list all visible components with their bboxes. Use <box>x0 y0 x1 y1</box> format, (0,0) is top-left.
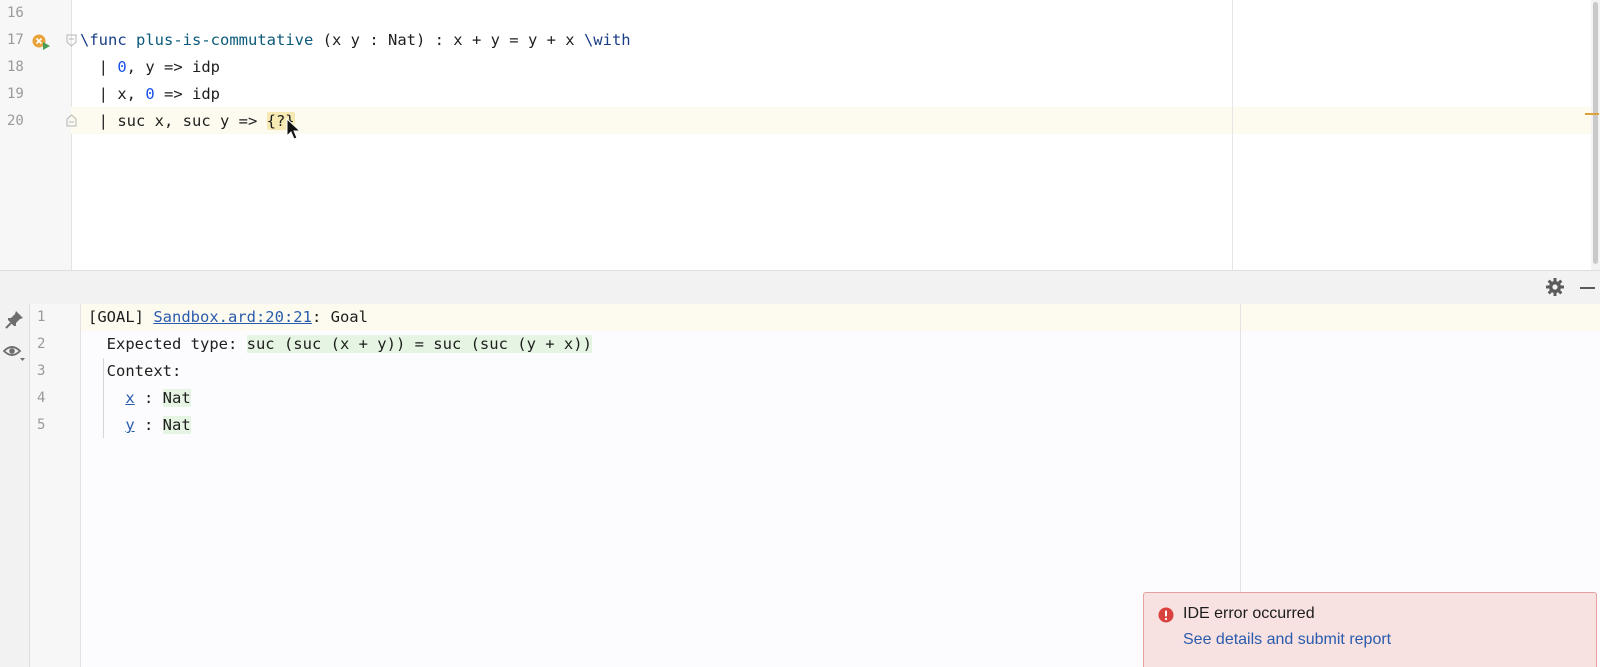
line-number: 4 <box>37 390 46 406</box>
code-text: | 0, y => idp <box>80 58 220 76</box>
line-number: 17 <box>7 32 24 48</box>
mouse-pointer-icon <box>286 118 302 140</box>
minimize-icon[interactable] <box>1580 287 1595 289</box>
goal-line-2[interactable]: 2 Expected type: suc (suc (x + y)) = suc… <box>30 331 1600 358</box>
number-literal: 0 <box>145 85 155 103</box>
scrollbar-thumb[interactable] <box>1593 2 1598 264</box>
line-number: 16 <box>7 5 24 21</box>
context-binding: x : Nat <box>125 389 191 407</box>
eye-icon[interactable] <box>3 342 26 363</box>
editor-line-17[interactable]: 17 \func plus-is-commutative (x y : Nat)… <box>0 27 1591 54</box>
expected-type: Expected type: suc (suc (x + y)) = suc (… <box>88 335 592 353</box>
code-text: | x, 0 => idp <box>80 85 220 103</box>
code-text: | suc x, suc y => {?} <box>80 112 295 130</box>
line-number: 3 <box>37 363 46 379</box>
run-with-error-icon[interactable] <box>31 33 51 51</box>
goal-line-1[interactable]: 1 [GOAL] Sandbox.ard:20:21: Goal <box>30 304 1600 331</box>
expected-type-expression: suc (suc (x + y)) = suc (suc (y + x)) <box>246 335 592 353</box>
context-variable-type: Nat <box>162 416 191 434</box>
editor-line-16[interactable]: 16 <box>0 0 1591 27</box>
submit-report-link[interactable]: See details and submit report <box>1183 631 1391 649</box>
goal-line-4[interactable]: 4 x : Nat <box>30 385 1600 412</box>
goal-line-5[interactable]: 5 y : Nat <box>30 412 1600 439</box>
notification-title: IDE error occurred <box>1183 605 1315 622</box>
keyword-with: \with <box>583 31 631 49</box>
context-label: Context: <box>88 362 182 380</box>
fold-end-icon[interactable] <box>66 114 77 127</box>
goal-line-3[interactable]: 3 Context: <box>30 358 1600 385</box>
keyword-func: \func <box>80 31 127 49</box>
pin-icon[interactable] <box>4 309 25 330</box>
function-name[interactable]: plus-is-commutative <box>136 31 313 49</box>
editor-line-18[interactable]: 18 | 0, y => idp <box>0 54 1591 81</box>
source-location-link[interactable]: Sandbox.ard:20:21 <box>153 308 312 326</box>
panel-toolstrip <box>0 304 30 667</box>
number-literal: 0 <box>117 58 127 76</box>
editor-line-20[interactable]: 20 | suc x, suc y => {?} <box>0 108 1591 135</box>
fold-start-icon[interactable] <box>66 34 77 47</box>
context-binding: y : Nat <box>125 416 191 434</box>
scroll-warning-marker[interactable] <box>1585 113 1599 115</box>
line-number: 18 <box>7 59 24 75</box>
function-signature: (x y : Nat) : x + y = y + x <box>313 31 584 49</box>
error-notification[interactable]: IDE error occurred See details and submi… <box>1143 592 1597 667</box>
tool-window-header <box>0 270 1600 306</box>
error-icon <box>1158 607 1174 623</box>
context-variable-link[interactable]: x <box>125 389 134 407</box>
line-number: 19 <box>7 86 24 102</box>
context-variable-link[interactable]: y <box>125 416 134 434</box>
goal-header: [GOAL] Sandbox.ard:20:21: Goal <box>88 308 368 326</box>
line-number: 2 <box>37 336 46 352</box>
line-number: 5 <box>37 417 46 433</box>
code-editor[interactable]: 16 17 \func plus-is-commutative (x y : N… <box>0 0 1600 270</box>
editor-line-19[interactable]: 19 | x, 0 => idp <box>0 81 1591 108</box>
gear-icon[interactable] <box>1545 277 1565 297</box>
code-text: \func plus-is-commutative (x y : Nat) : … <box>80 27 631 54</box>
line-number: 1 <box>37 309 46 325</box>
editor-scrollbar[interactable] <box>1585 0 1600 270</box>
line-number: 20 <box>7 113 24 129</box>
context-variable-type: Nat <box>162 389 191 407</box>
